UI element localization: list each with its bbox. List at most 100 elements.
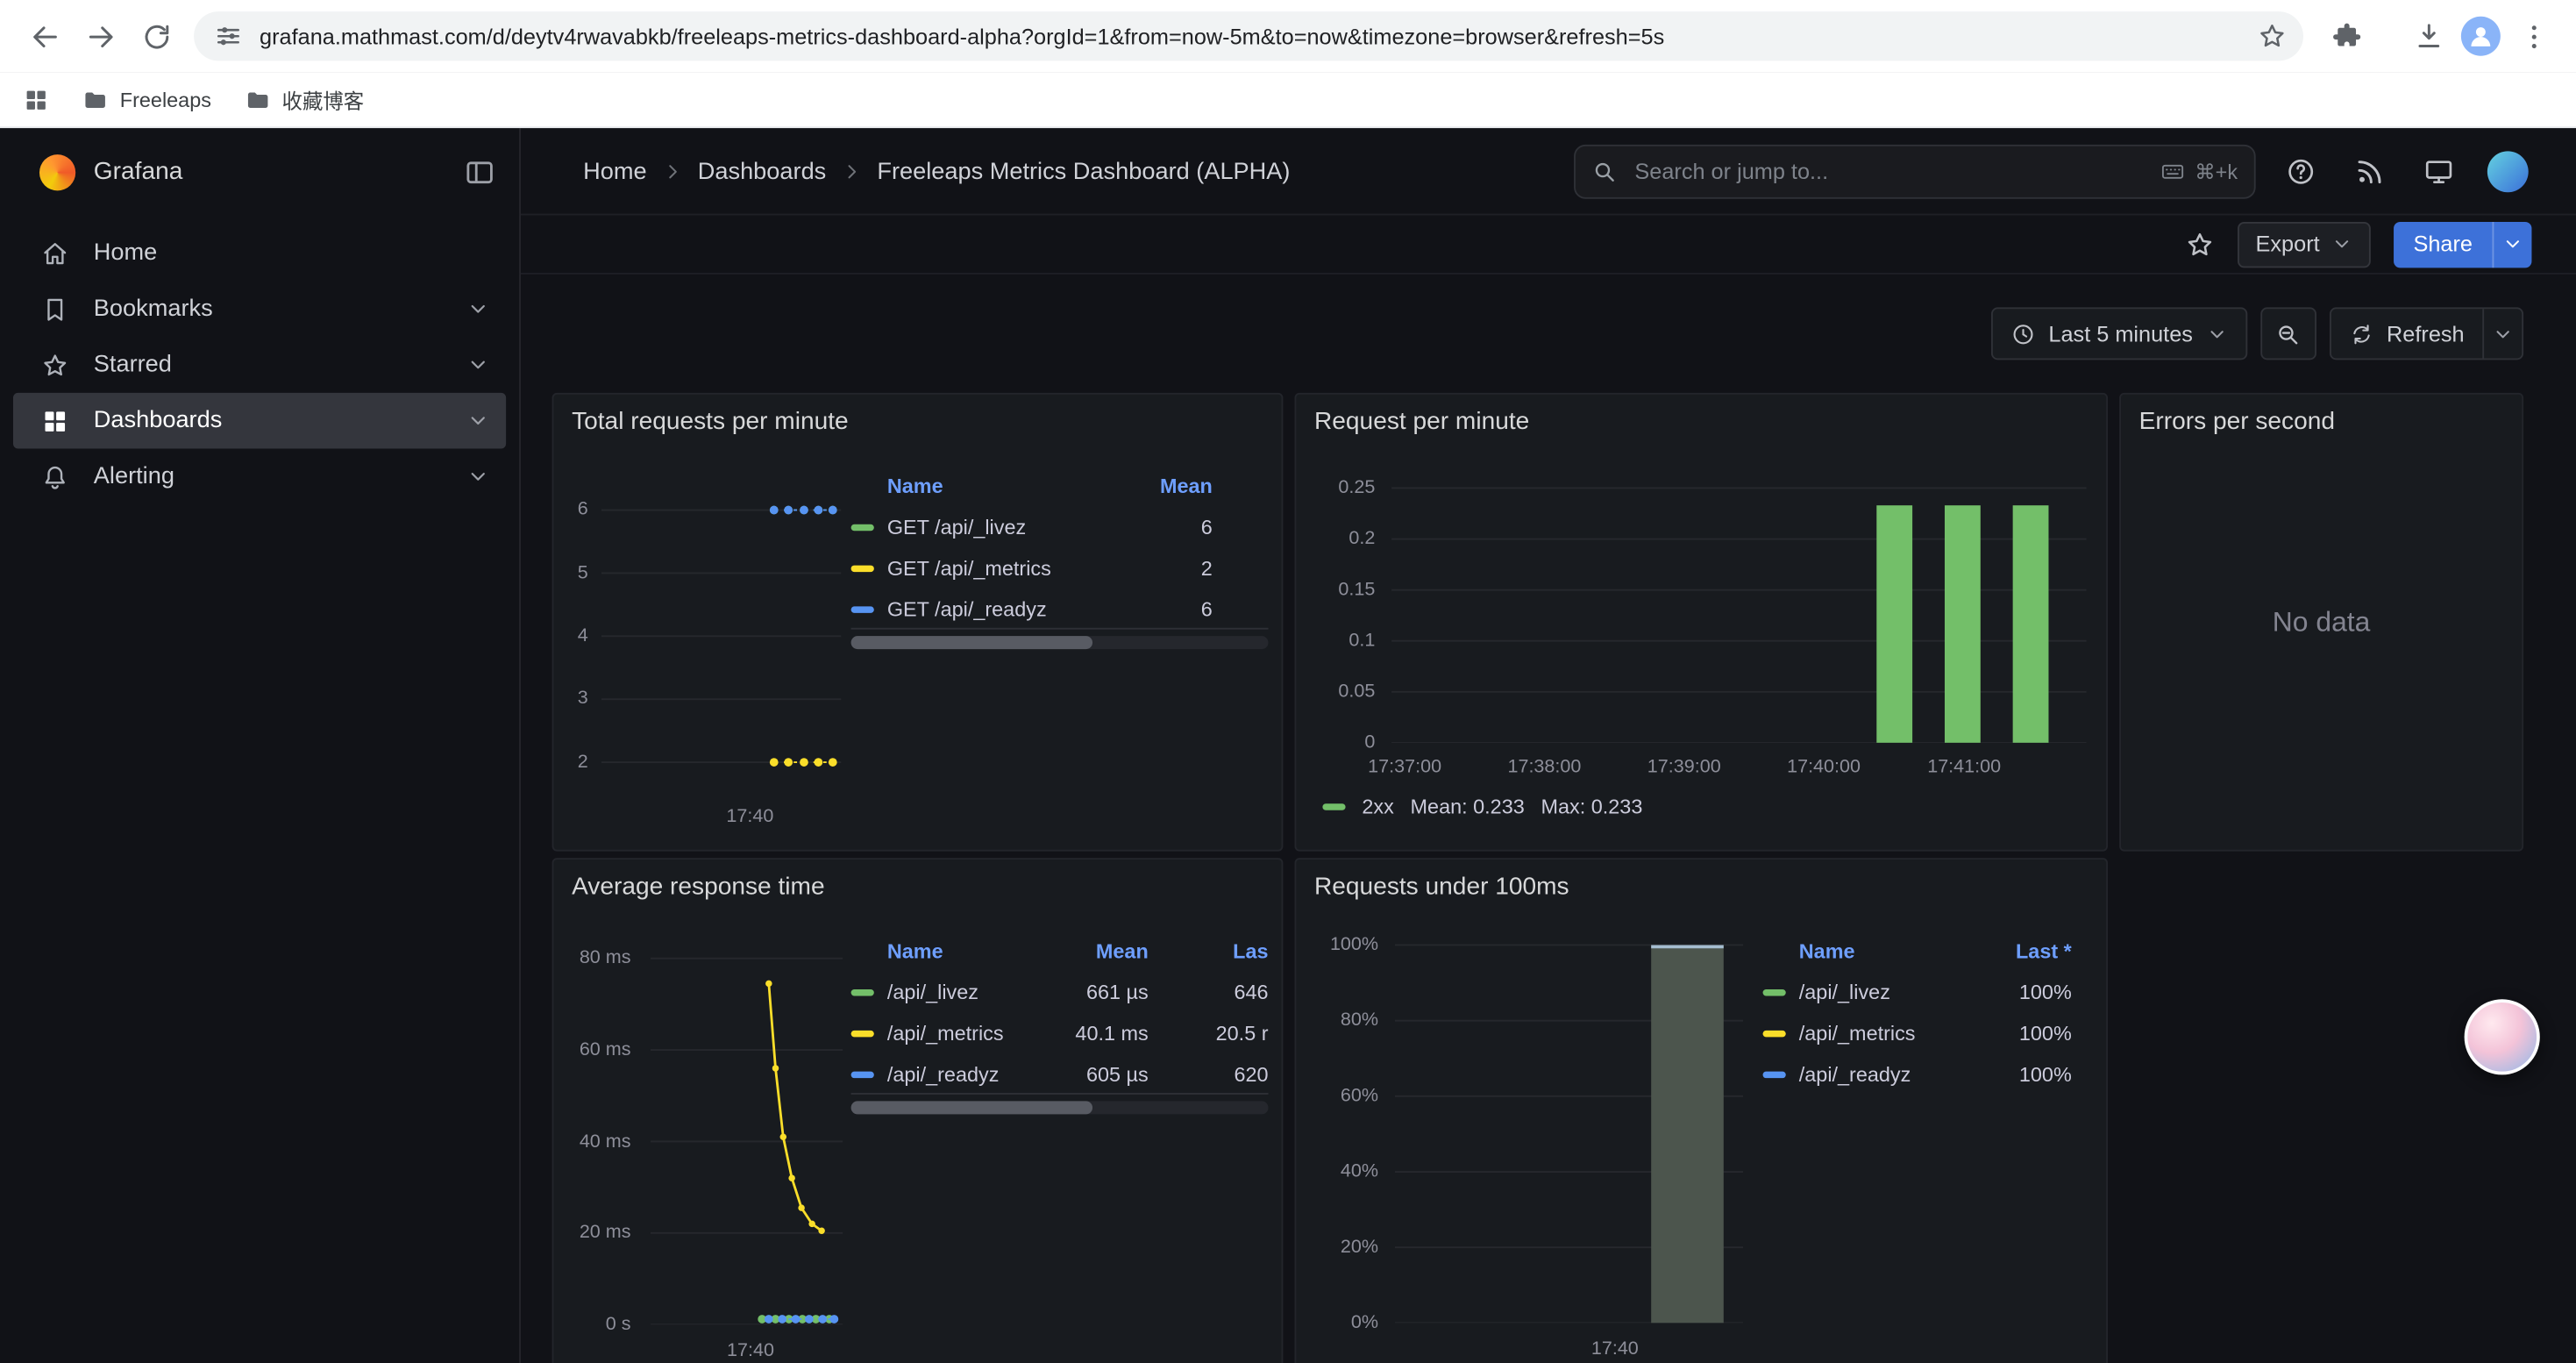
series-mean: Mean: 0.233	[1411, 796, 1525, 818]
panel-title[interactable]: Average response time	[572, 873, 825, 901]
bell-icon	[41, 462, 69, 490]
divider	[851, 1093, 1269, 1095]
downloads-icon[interactable]	[2402, 10, 2454, 62]
legend-row[interactable]: /api/_livez 661 µs 646	[851, 971, 1269, 1012]
sidebar-item-label: Alerting	[94, 463, 466, 489]
chevron-down-icon[interactable]	[466, 465, 489, 488]
sidebar-item-starred[interactable]: Starred	[13, 337, 506, 393]
menu-kebab-icon[interactable]	[2507, 10, 2559, 62]
panel-title[interactable]: Total requests per minute	[572, 408, 849, 436]
chart-plot[interactable]	[1395, 931, 1743, 1323]
bookmark-folder-freeleaps[interactable]: Freeleaps	[82, 86, 211, 112]
x-axis: 17:40	[601, 799, 842, 829]
news-icon[interactable]	[2354, 156, 2386, 188]
site-settings-icon[interactable]	[214, 21, 244, 51]
search-input[interactable]	[1632, 158, 2160, 186]
legend-row[interactable]: GET /api/_readyz 6	[851, 589, 1269, 630]
sidebar-item-label: Bookmarks	[94, 296, 466, 322]
divider	[851, 628, 1269, 630]
browser-profile-avatar[interactable]	[2454, 10, 2507, 62]
forward-icon[interactable]	[72, 8, 128, 64]
panel-avg-response-time: Average response time 80 ms60 ms40 ms20 …	[552, 858, 1284, 1363]
legend-row[interactable]: /api/_metrics 40.1 ms 20.5 r	[851, 1012, 1269, 1053]
legend-row[interactable]: GET /api/_livez 6	[851, 506, 1269, 547]
legend-row[interactable]: /api/_readyz 100%	[1763, 1053, 2072, 1095]
x-axis: 17:40	[651, 1333, 843, 1363]
legend[interactable]: 2xx Mean: 0.233 Max: 0.233	[1322, 796, 1642, 818]
sidebar-item-alerting[interactable]: Alerting	[13, 449, 506, 505]
address-bar[interactable]: grafana.mathmast.com/d/deytv4rwavabkb/fr…	[194, 11, 2303, 61]
legend-col-mean[interactable]: Mean	[1043, 940, 1149, 963]
breadcrumb-home[interactable]: Home	[583, 159, 646, 185]
collapse-sidebar-icon[interactable]	[463, 155, 495, 188]
bookmarks-bar: Freeleaps 收藏博客	[0, 72, 2576, 128]
extensions-icon[interactable]	[2320, 10, 2373, 62]
search-icon	[1592, 160, 1617, 184]
help-icon[interactable]	[2285, 156, 2316, 188]
legend-row[interactable]: /api/_metrics 100%	[1763, 1012, 2072, 1053]
chart-plot[interactable]	[601, 485, 842, 794]
sidebar-item-dashboards[interactable]: Dashboards	[13, 393, 506, 449]
bookmark-icon	[41, 295, 69, 323]
share-button[interactable]: Share	[2394, 221, 2531, 267]
folder-icon	[244, 86, 270, 112]
series-swatch	[1322, 803, 1345, 810]
scrollbar-thumb[interactable]	[851, 636, 1093, 649]
legend-col-last[interactable]: Last *	[1963, 940, 2072, 963]
grafana-logo[interactable]	[39, 153, 75, 189]
sidebar-item-bookmarks[interactable]: Bookmarks	[13, 281, 506, 337]
chevron-down-icon[interactable]	[466, 353, 489, 376]
legend-col-last[interactable]: Las	[1149, 940, 1269, 963]
time-range-button[interactable]: Last 5 minutes	[1991, 307, 2247, 360]
apps-grid-icon[interactable]	[23, 86, 49, 112]
browser-toolbar: grafana.mathmast.com/d/deytv4rwavabkb/fr…	[0, 0, 2576, 72]
legend-row[interactable]: /api/_readyz 605 µs 620	[851, 1053, 1269, 1095]
y-axis: 100%80%60%40%20%0%	[1296, 931, 1388, 1323]
dashboard-canvas: Last 5 minutes Refresh	[521, 275, 2576, 1363]
series-swatch	[851, 1071, 874, 1077]
refresh-button[interactable]: Refresh	[2329, 307, 2523, 360]
favorite-star-icon[interactable]	[2185, 229, 2215, 259]
panel-title[interactable]: Requests under 100ms	[1314, 873, 1569, 901]
series-name[interactable]: 2xx	[1362, 796, 1393, 818]
scrollbar-thumb[interactable]	[851, 1101, 1093, 1114]
breadcrumb-dashboards[interactable]: Dashboards	[698, 159, 827, 185]
legend-col-name[interactable]: Name	[887, 475, 1114, 498]
chart-plot[interactable]	[651, 940, 843, 1324]
series-swatch	[851, 988, 874, 995]
assistant-avatar-button[interactable]	[2465, 999, 2540, 1074]
chevron-right-icon	[841, 161, 862, 182]
panel-title[interactable]: Request per minute	[1314, 408, 1529, 436]
legend-table: Name Last * /api/_livez 100% /api/_metri…	[1763, 931, 2072, 1095]
legend-scrollbar[interactable]	[851, 636, 1269, 649]
back-icon[interactable]	[17, 8, 73, 64]
panel-request-per-minute: Request per minute 0.250.20.150.10.050 1…	[1295, 393, 2109, 852]
share-caret-button[interactable]	[2492, 221, 2531, 267]
export-button[interactable]: Export	[2238, 221, 2371, 267]
legend-col-name[interactable]: Name	[887, 940, 1043, 963]
user-avatar[interactable]	[2487, 151, 2529, 192]
bookmark-folder-blogs[interactable]: 收藏博客	[244, 84, 364, 116]
screen-share-icon[interactable]	[2423, 156, 2455, 188]
sidebar-item-home[interactable]: Home	[13, 225, 506, 282]
sidebar-nav: Home Bookmarks Starred Dashboards	[0, 215, 519, 504]
legend-row[interactable]: GET /api/_metrics 2	[851, 547, 1269, 589]
zoom-out-button[interactable]	[2260, 307, 2316, 360]
legend-col-mean[interactable]: Mean	[1114, 475, 1212, 498]
chart-plot[interactable]	[1391, 480, 2087, 743]
legend-row[interactable]: /api/_livez 100%	[1763, 971, 2072, 1012]
y-axis: 65432	[553, 485, 598, 794]
url-text[interactable]: grafana.mathmast.com/d/deytv4rwavabkb/fr…	[260, 24, 2244, 48]
panel-title[interactable]: Errors per second	[2139, 408, 2335, 436]
reload-icon[interactable]	[128, 8, 184, 64]
series-swatch	[851, 524, 874, 530]
chevron-down-icon[interactable]	[466, 297, 489, 320]
x-axis: 17:37:0017:38:0017:39:0017:40:0017:41:00	[1391, 749, 2087, 779]
legend-scrollbar[interactable]	[851, 1101, 1269, 1114]
chevron-down-icon[interactable]	[466, 410, 489, 432]
search-box[interactable]: ⌘+k	[1574, 145, 2256, 199]
zoom-out-icon	[2276, 321, 2301, 346]
bookmark-star-icon[interactable]	[2258, 21, 2288, 51]
refresh-interval-caret[interactable]	[2482, 309, 2522, 358]
legend-col-name[interactable]: Name	[1799, 940, 1963, 963]
